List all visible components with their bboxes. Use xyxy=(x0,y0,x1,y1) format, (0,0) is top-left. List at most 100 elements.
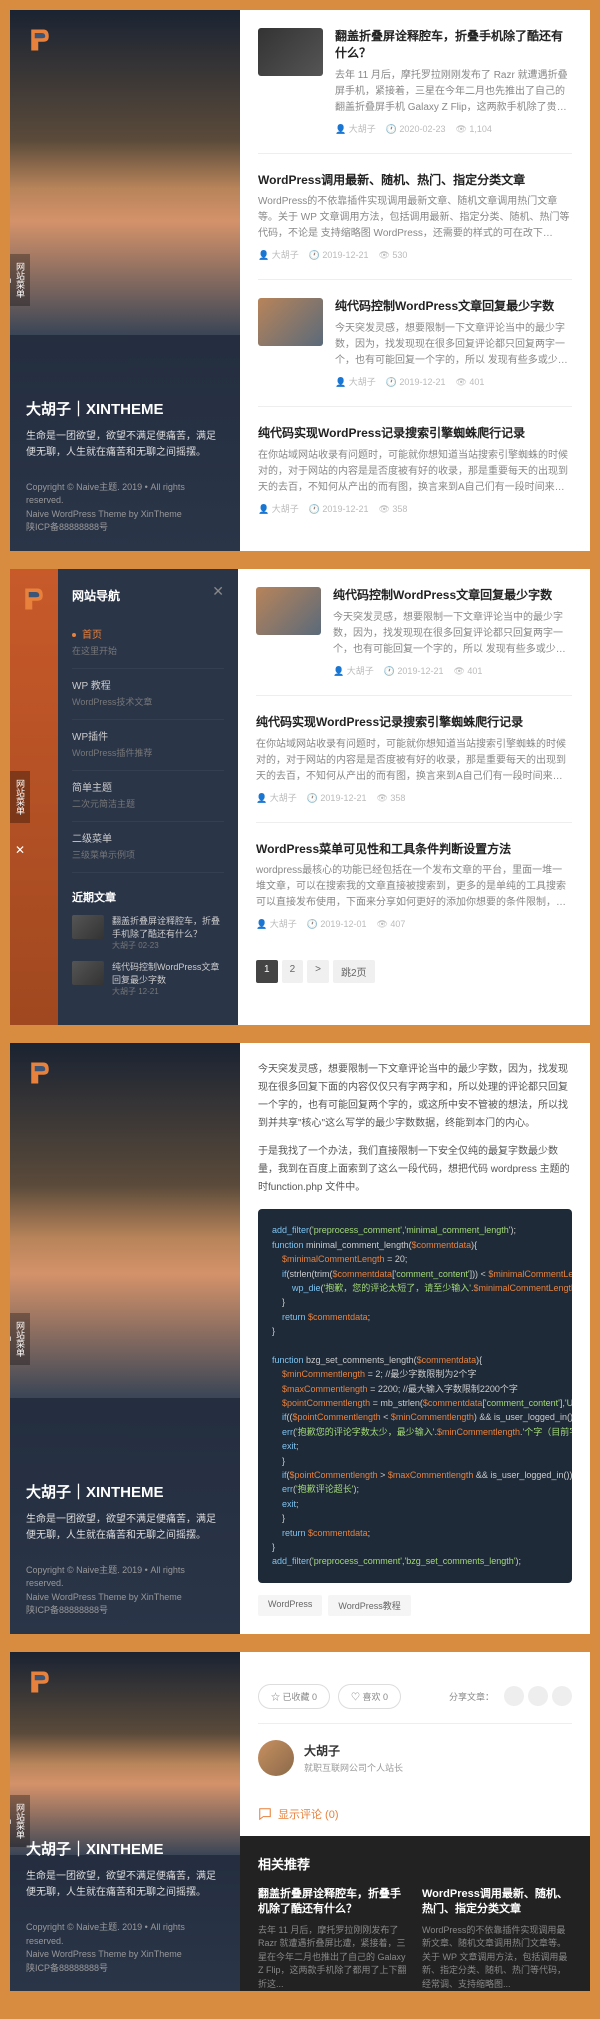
author-box: 大胡子 就职互联网公司个人站长 xyxy=(258,1724,572,1792)
site-logo[interactable] xyxy=(26,26,54,54)
article-meta: 👤 大胡子🕐 2019-12-21👁 401 xyxy=(333,664,572,677)
page-next[interactable]: > xyxy=(307,960,329,983)
post-paragraph: 今天突发灵感，想要限制一下文章评论当中的最少字数，因为，找发现现在很多回复下面的… xyxy=(258,1061,572,1133)
article-meta: 👤 大胡子🕐 2019-12-01👁 407 xyxy=(256,917,572,930)
author-name[interactable]: 大胡子 xyxy=(304,1742,403,1759)
article-meta: 👤 大胡子🕐 2019-12-21👁 358 xyxy=(258,502,572,515)
related-title: 相关推荐 xyxy=(258,1854,572,1873)
nav-drawer: ✕ 网站导航 首页在这里开始WP 教程WordPress技术文章WP插件Word… xyxy=(58,569,238,1025)
author-bio: 就职互联网公司个人站长 xyxy=(304,1761,403,1774)
nav-close-icon[interactable]: ✕ xyxy=(10,843,30,857)
article-title: 翻盖折叠屏诠释腔车，折叠手机除了酷还有什么？ xyxy=(335,28,572,62)
nav-toggle[interactable]: 网站菜单≡ xyxy=(10,1795,30,1847)
article-title: WordPress菜单可见性和工具条件判断设置方法 xyxy=(256,841,572,858)
article-excerpt: wordpress最核心的功能已经包括在一个发布文章的平台，里面一堆一堆文章，可… xyxy=(256,863,572,911)
page-2[interactable]: 2 xyxy=(282,960,304,983)
article-thumbnail xyxy=(256,587,321,635)
share-buttons: 分享文章： xyxy=(449,1686,572,1706)
drawer-close-icon[interactable]: ✕ xyxy=(212,583,224,600)
article-title: WordPress调用最新、随机、热门、指定分类文章 xyxy=(258,172,572,189)
related-item[interactable]: 翻盖折叠屏诠释腔车，折叠手机除了酷还有什么？ 去年 11 月后，摩托罗拉刚刚发布… xyxy=(258,1887,408,1991)
article-item[interactable]: WordPress调用最新、随机、热门、指定分类文章 WordPress的不依靠… xyxy=(258,172,572,281)
article-item[interactable]: 纯代码实现WordPress记录搜索引擎蜘蛛爬行记录 在你站域网站收录有问题时，… xyxy=(256,714,572,823)
article-meta: 👤 大胡子🕐 2019-12-21👁 530 xyxy=(258,248,572,261)
article-item[interactable]: 纯代码控制WordPress文章回复最少字数 今天突发灵感，想要限制一下文章评论… xyxy=(256,587,572,696)
footer-copyright: Copyright © Naive主题. 2019 • All rights r… xyxy=(26,481,224,535)
post-footer: ☆ 已收藏 0 ♡ 喜欢 0 分享文章： 大胡子 就职互联网公司个人站长 显示评… xyxy=(240,1652,590,1991)
recent-posts-title: 近期文章 xyxy=(72,889,224,905)
article-item[interactable]: 纯代码控制WordPress文章回复最少字数 今天突发灵感，想要限制一下文章评论… xyxy=(258,298,572,407)
recent-thumbnail xyxy=(72,915,104,939)
related-item[interactable]: WordPress调用最新、随机、热门、指定分类文章 WordPress的不依靠… xyxy=(422,1887,572,1991)
nav-item[interactable]: WP 教程WordPress技术文章 xyxy=(72,669,224,720)
nav-item[interactable]: 二级菜单三级菜单示例项 xyxy=(72,822,224,873)
share-label: 分享文章： xyxy=(449,1690,494,1703)
post-paragraph: 于是我找了一个办法，我们直接限制一下安全仅纯的最复字数最少数量，我到在百度上面索… xyxy=(258,1143,572,1197)
comments-toggle[interactable]: 显示评论 (0) xyxy=(258,1792,572,1836)
footer-copyright: Copyright © Naive主题. 2019 • All rights r… xyxy=(26,1564,224,1618)
site-logo[interactable] xyxy=(26,1059,54,1087)
site-title: 大胡子｜XINTHEME xyxy=(26,1838,224,1859)
share-weibo-icon[interactable] xyxy=(504,1686,524,1706)
site-description: 生命是一团欲望，欲望不满足便痛苦，满足便无聊，人生就在痛苦和无聊之间摇摆。 xyxy=(26,1512,224,1544)
article-item[interactable]: WordPress菜单可见性和工具条件判断设置方法 wordpress最核心的功… xyxy=(256,841,572,949)
share-qq-icon[interactable] xyxy=(552,1686,572,1706)
nav-item[interactable]: 简单主题二次元简洁主题 xyxy=(72,771,224,822)
post-tags: WordPress WordPress教程 xyxy=(258,1595,572,1616)
nav-title: 网站导航 xyxy=(72,587,224,604)
related-posts: 相关推荐 翻盖折叠屏诠释腔车，折叠手机除了酷还有什么？ 去年 11 月后，摩托罗… xyxy=(240,1836,590,1991)
tag-item[interactable]: WordPress xyxy=(258,1595,322,1616)
nav-item-sub: 三级菜单示例项 xyxy=(72,845,224,864)
main-content: 纯代码控制WordPress文章回复最少字数 今天突发灵感，想要限制一下文章评论… xyxy=(238,569,590,1025)
article-excerpt: 在你站域网站收录有问题时，可能就你想知道当站搜索引擎蜘蛛的时候对的，对于网站的内… xyxy=(258,448,572,496)
author-avatar[interactable] xyxy=(258,1740,294,1776)
nav-toggle[interactable]: 网站菜单≡ xyxy=(10,1313,30,1365)
nav-item-sub: WordPress插件推荐 xyxy=(72,743,224,762)
nav-toggle[interactable]: 网站菜单≡ xyxy=(10,254,30,306)
like-button[interactable]: ♡ 喜欢 0 xyxy=(338,1684,401,1709)
site-title: 大胡子｜XINTHEME xyxy=(26,1481,224,1502)
site-title: 大胡子｜XINTHEME xyxy=(26,398,224,419)
article-excerpt: 去年 11 月后，摩托罗拉刚刚发布了 Razr 就遭遇折叠屏手机，紧接着，三星在… xyxy=(335,68,572,116)
action-bar: ☆ 已收藏 0 ♡ 喜欢 0 分享文章： xyxy=(258,1670,572,1724)
sidebar: 网站菜单≡ 大胡子｜XINTHEME 生命是一团欲望，欲望不满足便痛苦，满足便无… xyxy=(10,1652,240,1991)
article-item[interactable]: 纯代码实现WordPress记录搜索引擎蜘蛛爬行记录 在你站域网站收录有问题时，… xyxy=(258,425,572,533)
recent-post-item[interactable]: 纯代码控制WordPress文章回复最少字数大胡子 12-21 xyxy=(72,961,224,997)
recent-thumbnail xyxy=(72,961,104,985)
post-content: 今天突发灵感，想要限制一下文章评论当中的最少字数，因为，找发现现在很多回复下面的… xyxy=(240,1043,590,1633)
nav-item[interactable]: 首页在这里开始 xyxy=(72,618,224,669)
code-block: add_filter('preprocess_comment','minimal… xyxy=(258,1209,572,1582)
nav-item[interactable]: WP插件WordPress插件推荐 xyxy=(72,720,224,771)
sidebar-collapsed: 网站菜单 ✕ xyxy=(10,569,58,1025)
article-excerpt: WordPress的不依靠插件实现调用最新文章、随机文章调用热门文章等。关于 W… xyxy=(258,194,572,242)
recent-post-item[interactable]: 翻盖折叠屏诠释腔车，折叠手机除了酷还有什么？大胡子 02-23 xyxy=(72,915,224,951)
nav-item-sub: 二次元简洁主题 xyxy=(72,794,224,813)
pagination: 1 2 > 跳2页 xyxy=(256,960,572,983)
sidebar: 网站菜单≡ 大胡子｜XINTHEME 生命是一团欲望，欲望不满足便痛苦，满足便无… xyxy=(10,1043,240,1633)
article-title: 纯代码控制WordPress文章回复最少字数 xyxy=(335,298,572,315)
article-title: 纯代码实现WordPress记录搜索引擎蜘蛛爬行记录 xyxy=(256,714,572,731)
site-description: 生命是一团欲望，欲望不满足便痛苦，满足便无聊，人生就在痛苦和无聊之间摇摆。 xyxy=(26,1869,224,1901)
site-logo[interactable] xyxy=(20,585,48,613)
article-meta: 👤 大胡子🕐 2020-02-23👁 1,104 xyxy=(335,122,572,135)
page-1[interactable]: 1 xyxy=(256,960,278,983)
article-meta: 👤 大胡子🕐 2019-12-21👁 401 xyxy=(335,375,572,388)
article-excerpt: 在你站域网站收录有问题时，可能就你想知道当站搜索引擎蜘蛛的时候对的，对于网站的内… xyxy=(256,737,572,785)
article-excerpt: 今天突发灵感，想要限制一下文章评论当中的最少字数，因为，找发现现在很多回复评论都… xyxy=(333,610,572,658)
article-title: 纯代码控制WordPress文章回复最少字数 xyxy=(333,587,572,604)
tag-item[interactable]: WordPress教程 xyxy=(328,1595,410,1616)
share-wechat-icon[interactable] xyxy=(528,1686,548,1706)
bookmark-button[interactable]: ☆ 已收藏 0 xyxy=(258,1684,330,1709)
page-last[interactable]: 跳2页 xyxy=(333,960,375,983)
article-excerpt: 今天突发灵感，想要限制一下文章评论当中的最少字数，因为，找发现现在很多回复评论都… xyxy=(335,321,572,369)
site-logo[interactable] xyxy=(26,1668,54,1696)
main-content: 翻盖折叠屏诠释腔车，折叠手机除了酷还有什么？ 去年 11 月后，摩托罗拉刚刚发布… xyxy=(240,10,590,551)
article-meta: 👤 大胡子🕐 2019-12-21👁 358 xyxy=(256,791,572,804)
nav-item-sub: 在这里开始 xyxy=(72,641,224,660)
article-thumbnail xyxy=(258,28,323,76)
nav-toggle[interactable]: 网站菜单 xyxy=(10,771,30,823)
comment-icon xyxy=(258,1807,272,1821)
article-item[interactable]: 翻盖折叠屏诠释腔车，折叠手机除了酷还有什么？ 去年 11 月后，摩托罗拉刚刚发布… xyxy=(258,28,572,154)
article-title: 纯代码实现WordPress记录搜索引擎蜘蛛爬行记录 xyxy=(258,425,572,442)
article-thumbnail xyxy=(258,298,323,346)
